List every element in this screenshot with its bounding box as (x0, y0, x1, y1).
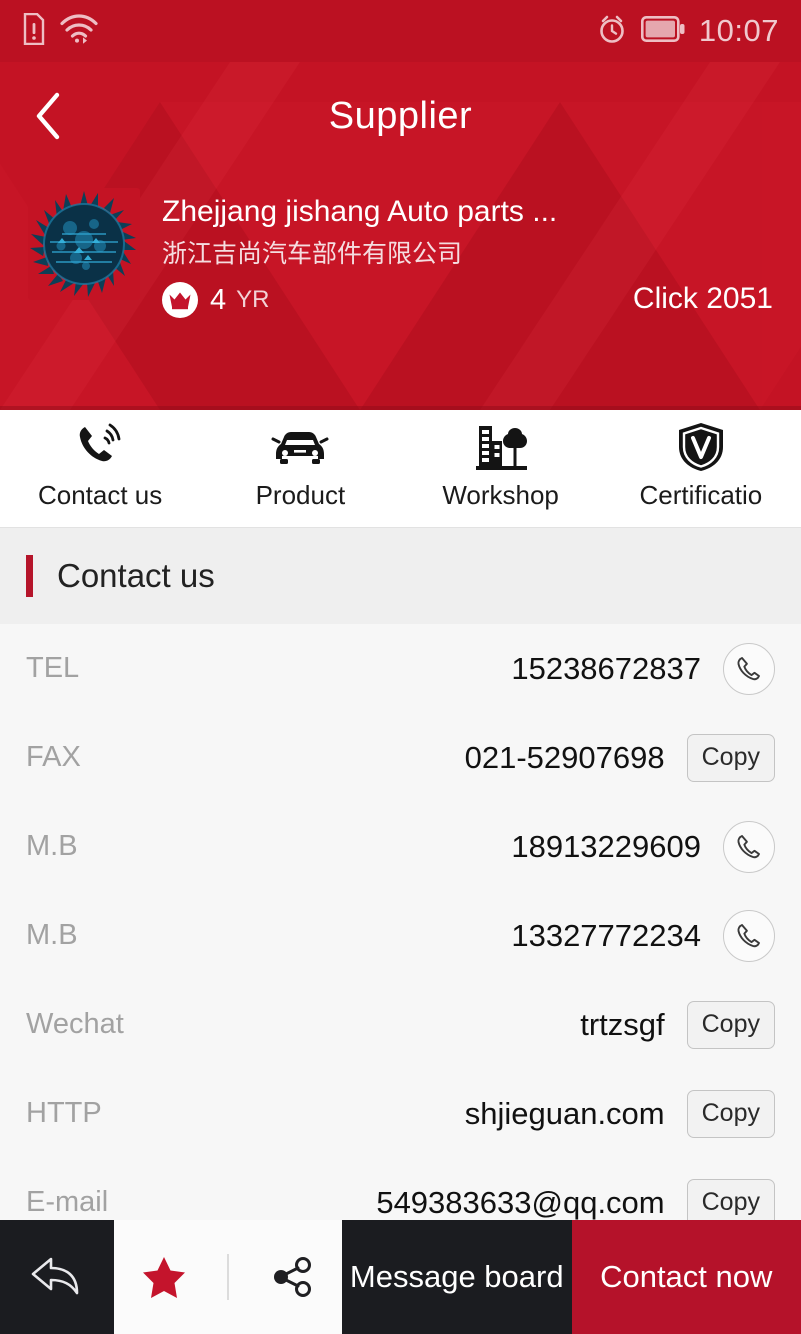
supplier-summary[interactable]: Zhejjang jishang Auto parts ... 浙江吉尚汽车部件… (0, 170, 801, 318)
section-accent-bar (26, 555, 33, 597)
supplier-name-cn: 浙江吉尚汽车部件有限公司 (162, 240, 463, 268)
tab-label: Certificatio (639, 480, 763, 510)
contact-row-http[interactable]: HTTP shjieguan.com Copy (0, 1069, 801, 1158)
tab-label: Workshop (442, 480, 559, 510)
back-button[interactable] (20, 88, 76, 144)
contact-label: HTTP (26, 1097, 102, 1129)
sdcard-warning-icon (22, 12, 46, 50)
favorite-button[interactable] (126, 1239, 202, 1315)
call-button[interactable] (723, 642, 775, 695)
contact-value: 549383633@qq.com (376, 1184, 665, 1220)
factory-tree-icon (473, 420, 529, 474)
supplier-info: Zhejjang jishang Auto parts ... 浙江吉尚汽车部件… (162, 188, 773, 318)
contact-row-tel[interactable]: TEL 15238672837 (0, 624, 801, 713)
battery-icon (640, 15, 685, 47)
contact-label: E-mail (26, 1186, 109, 1218)
supplier-click-count: Click 2051 (632, 282, 773, 315)
supplier-years: 4 (210, 283, 227, 316)
page-title: Supplier (328, 94, 473, 137)
phone-icon (737, 834, 760, 858)
tab-contact-us[interactable]: Contact us (0, 410, 200, 511)
call-button[interactable] (723, 820, 775, 873)
tab-product[interactable]: Product (200, 410, 400, 511)
contact-label: M.B (26, 919, 78, 951)
alarm-icon (597, 14, 627, 49)
message-board-button[interactable]: Message board (342, 1220, 572, 1334)
status-bar-clock: 10:07 (698, 13, 779, 48)
car-icon (270, 420, 330, 474)
status-bar-right: 10:07 (597, 13, 779, 49)
contact-label: TEL (26, 652, 80, 684)
nav-bar: Supplier (0, 62, 801, 170)
reply-arrow-icon (31, 1257, 79, 1295)
status-bar-left (22, 12, 98, 50)
contact-value: 18913229609 (511, 828, 701, 864)
contact-value: 13327772234 (511, 917, 701, 953)
contact-row-fax[interactable]: FAX 021-52907698 Copy (0, 713, 801, 802)
contact-now-button[interactable]: Contact now (571, 1220, 801, 1334)
copy-button[interactable]: Copy (686, 1089, 775, 1138)
contact-value: shjieguan.com (464, 1095, 665, 1131)
contact-value: trtzsgf (580, 1006, 665, 1042)
phone-icon (737, 656, 760, 680)
bottom-divider (226, 1254, 229, 1300)
contact-row-mobile-1[interactable]: M.B 18913229609 (0, 802, 801, 891)
contact-label: FAX (26, 741, 81, 773)
status-bar: 10:07 (0, 0, 801, 62)
phone-icon (737, 923, 760, 947)
contact-value: 15238672837 (511, 650, 701, 686)
contact-label: M.B (26, 830, 78, 862)
supplier-years-unit: YR (236, 286, 270, 313)
bottom-icon-group (114, 1220, 342, 1334)
contact-row-wechat[interactable]: Wechat trtzsgf Copy (0, 980, 801, 1069)
bottom-back-button[interactable] (0, 1220, 114, 1334)
section-header-contact-us: Contact us (0, 528, 801, 624)
supplier-logo (28, 188, 140, 300)
bottom-action-bar: Message board Contact now (0, 1220, 801, 1334)
contact-row-mobile-2[interactable]: M.B 13327772234 (0, 891, 801, 980)
tab-workshop[interactable]: Workshop (401, 410, 601, 511)
chevron-left-icon (36, 92, 60, 140)
app-screen: 10:07 Supplier Zhejjang jishang Auto par… (0, 0, 801, 1334)
copy-button[interactable]: Copy (686, 733, 775, 782)
contact-label: Wechat (26, 1008, 124, 1040)
tab-certification[interactable]: Certificatio (601, 410, 801, 511)
wifi-icon (60, 13, 98, 49)
supplier-name: Zhejjang jishang Auto parts ... (162, 195, 558, 228)
tab-label: Contact us (37, 480, 163, 510)
contact-value: 021-52907698 (464, 739, 665, 775)
supplier-header: Supplier Zhejjang jishang Auto parts ...… (0, 62, 801, 410)
star-filled-icon (143, 1257, 186, 1298)
tab-label: Product (255, 480, 346, 510)
tab-bar: Contact us Product Workshop Certificatio (0, 410, 801, 528)
share-button[interactable] (254, 1239, 330, 1315)
section-title: Contact us (57, 557, 215, 594)
share-nodes-icon (273, 1257, 311, 1297)
contact-list: TEL 15238672837 FAX 021-52907698 Copy M.… (0, 624, 801, 1247)
copy-button[interactable]: Copy (686, 1000, 775, 1049)
call-button[interactable] (723, 909, 775, 962)
crown-icon (162, 282, 198, 318)
shield-v-icon (676, 420, 726, 474)
phone-ringing-icon (74, 420, 126, 474)
